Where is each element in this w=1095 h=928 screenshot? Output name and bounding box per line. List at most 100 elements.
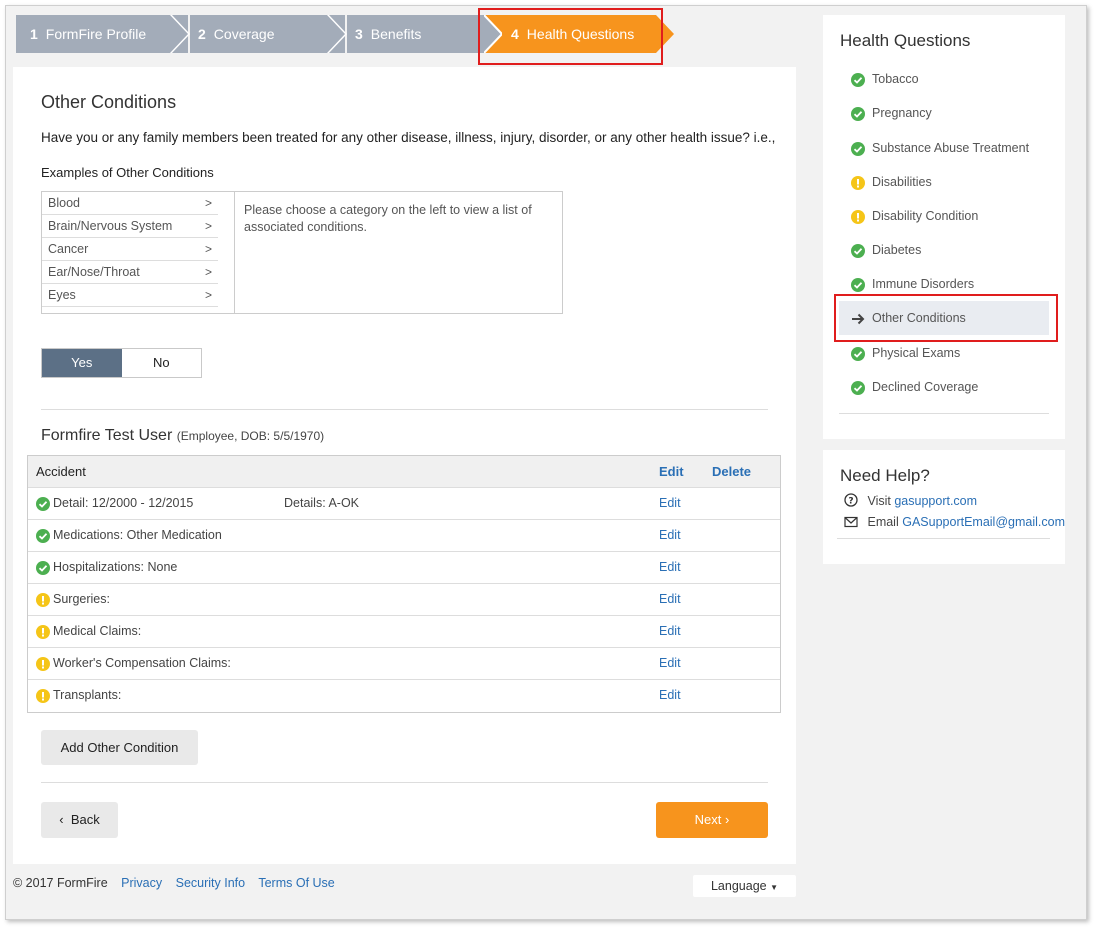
step-review-sign[interactable]: 5Review & Sign <box>656 15 793 53</box>
no-button[interactable]: No <box>121 349 201 377</box>
check-circle-icon <box>851 278 865 292</box>
category-label: Eyes <box>48 288 76 302</box>
category-hint-box: Please choose a category on the left to … <box>234 191 563 314</box>
chevron-right-icon: > <box>204 288 212 302</box>
category-label: Cancer <box>48 242 89 256</box>
copyright: © 2017 FormFire <box>13 876 108 890</box>
accident-table: Accident Edit Delete Detail: 12/2000 - 1… <box>27 455 781 713</box>
step-progress-bar: 1 FormFire Profile 2 Coverage 3 Benefits 4H… <box>16 15 793 53</box>
delete-link[interactable]: Delete <box>712 464 751 479</box>
check-circle-icon <box>851 73 865 87</box>
row-label: Medical Claims: <box>53 624 142 638</box>
row-label: Hospitalizations: None <box>53 560 178 574</box>
warning-circle-icon <box>36 593 50 607</box>
next-button[interactable]: Next › <box>656 802 768 838</box>
row-edit-link[interactable]: Edit <box>659 560 681 574</box>
category-item-ear[interactable]: Ear/Nose/Throat > <box>42 261 218 284</box>
step-label: Benefits <box>370 26 422 42</box>
privacy-link[interactable]: Privacy <box>121 876 162 890</box>
edit-all-link[interactable]: Edit <box>659 464 684 479</box>
add-other-condition-button[interactable]: Add Other Condition <box>41 730 198 765</box>
main-card: Other Conditions Have you or any family … <box>13 67 796 864</box>
category-label: Ear/Nose/Throat <box>48 265 140 279</box>
table-title: Accident <box>36 464 86 479</box>
row-edit-link[interactable]: Edit <box>659 528 681 542</box>
email-label: Email <box>867 515 899 529</box>
category-item-eyes[interactable]: Eyes > <box>42 284 218 307</box>
sidebar-item-label: Immune Disorders <box>872 277 975 291</box>
step-formfire-profile[interactable]: 1 FormFire Profile <box>16 15 190 53</box>
next-label: Next <box>694 812 722 827</box>
sidebar-item-label: Diabetes <box>872 243 922 257</box>
step-label: Coverage <box>213 26 275 42</box>
back-label: Back <box>70 812 100 827</box>
step-separator-icon <box>327 15 347 53</box>
examples-label: Examples of Other Conditions <box>41 165 214 180</box>
row-label: Worker's Compensation Claims: <box>53 656 231 670</box>
person-heading: Formfire Test User (Employee, DOB: 5/5/1… <box>41 427 324 445</box>
step-number: 1 <box>30 26 38 42</box>
svg-text:?: ? <box>848 497 853 507</box>
row-edit-link[interactable]: Edit <box>659 688 681 702</box>
chevron-right-icon: > <box>204 242 212 256</box>
security-info-link[interactable]: Security Info <box>176 876 245 890</box>
check-circle-icon <box>36 497 50 511</box>
row-edit-link[interactable]: Edit <box>659 624 681 638</box>
step-separator-icon <box>170 15 190 53</box>
chevron-right-icon: > <box>204 219 212 233</box>
help-email: Email GASupportEmail@gmail.com <box>844 515 1065 529</box>
highlight-frame-sidebar <box>834 294 1058 342</box>
step-label: FormFire Profile <box>45 26 147 42</box>
divider <box>839 413 1049 414</box>
row-label: Transplants: <box>53 688 122 702</box>
chevron-right-icon: > <box>204 265 212 279</box>
sidebar-item-label: Disabilities <box>872 175 932 189</box>
divider <box>41 782 768 783</box>
table-row: Surgeries: Edit <box>28 584 780 616</box>
help-title: Need Help? <box>840 466 930 485</box>
chevron-left-icon: ‹ <box>59 812 64 827</box>
row-edit-link[interactable]: Edit <box>659 496 681 510</box>
table-row: Worker's Compensation Claims: Edit <box>28 648 780 680</box>
row-label: Detail: 12/2000 - 12/2015 <box>53 496 194 510</box>
warning-circle-icon <box>36 689 50 703</box>
category-item-blood[interactable]: Blood > <box>42 192 218 215</box>
chevron-right-icon: > <box>204 196 212 210</box>
warning-circle-icon <box>851 176 865 190</box>
language-dropdown[interactable]: Language ▼ <box>693 875 796 897</box>
yes-button[interactable]: Yes <box>42 349 122 377</box>
step-number: 3 <box>355 26 363 42</box>
divider <box>837 538 1050 539</box>
highlight-frame-step <box>478 8 663 65</box>
sidebar-item-label: Pregnancy <box>872 106 932 120</box>
terms-link[interactable]: Terms Of Use <box>258 876 334 890</box>
category-item-cancer[interactable]: Cancer > <box>42 238 218 261</box>
sidebar-item-label: Tobacco <box>872 72 919 86</box>
category-item-brain[interactable]: Brain/Nervous System > <box>42 215 218 238</box>
person-name: Formfire Test User <box>41 427 173 444</box>
table-row: Transplants: Edit <box>28 680 780 712</box>
table-row: Detail: 12/2000 - 12/2015 Details: A-OK Ed… <box>28 488 780 520</box>
support-site-link[interactable]: gasupport.com <box>894 494 977 508</box>
warning-circle-icon <box>36 657 50 671</box>
page-title: Other Conditions <box>41 92 177 112</box>
support-email-link[interactable]: GASupportEmail@gmail.com <box>902 515 1065 529</box>
row-edit-link[interactable]: Edit <box>659 656 681 670</box>
question-text: Have you or any family members been trea… <box>41 130 776 145</box>
row-label: Surgeries: <box>53 592 110 606</box>
language-label: Language <box>710 879 767 893</box>
visit-label: Visit <box>867 494 891 508</box>
sidebar-item-label: Physical Exams <box>872 346 961 360</box>
row-label: Medications: Other Medication <box>53 528 222 542</box>
check-circle-icon <box>851 347 865 361</box>
yes-no-toggle: Yes No <box>41 348 202 378</box>
row-detail: Details: A-OK <box>284 496 360 510</box>
category-label: Blood <box>48 196 80 210</box>
warning-circle-icon <box>851 210 865 224</box>
divider <box>41 409 768 410</box>
step-coverage[interactable]: 2 Coverage <box>190 15 347 53</box>
step-label: Review & Sign <box>682 26 774 42</box>
table-row: Medications: Other Medication Edit <box>28 520 780 552</box>
back-button[interactable]: ‹ Back <box>41 802 118 838</box>
row-edit-link[interactable]: Edit <box>659 592 681 606</box>
